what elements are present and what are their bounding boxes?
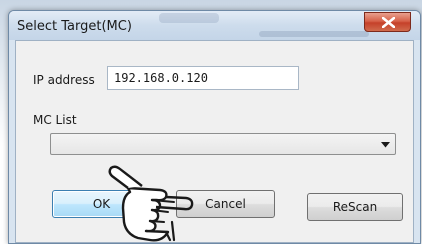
title-bar-blur [259, 31, 369, 37]
ip-address-label: IP address [33, 73, 95, 87]
close-icon [382, 17, 395, 28]
rescan-button[interactable]: ReScan [307, 193, 403, 221]
mc-list-dropdown[interactable] [50, 133, 396, 155]
dialog-body: IP address 192.168.0.120 MC List OK Canc… [15, 40, 414, 243]
pointing-hand-icon [108, 165, 194, 242]
screen: Select Target(MC) IP address 192.168.0.1… [0, 0, 422, 244]
dialog-title: Select Target(MC) [17, 19, 132, 34]
chevron-down-icon [381, 142, 390, 148]
select-target-dialog: Select Target(MC) IP address 192.168.0.1… [8, 10, 421, 244]
ip-address-input[interactable]: 192.168.0.120 [107, 66, 299, 90]
title-bar[interactable]: Select Target(MC) [9, 11, 420, 40]
close-button[interactable] [364, 12, 411, 32]
title-bar-blur [159, 13, 219, 23]
mc-list-label: MC List [33, 113, 77, 127]
